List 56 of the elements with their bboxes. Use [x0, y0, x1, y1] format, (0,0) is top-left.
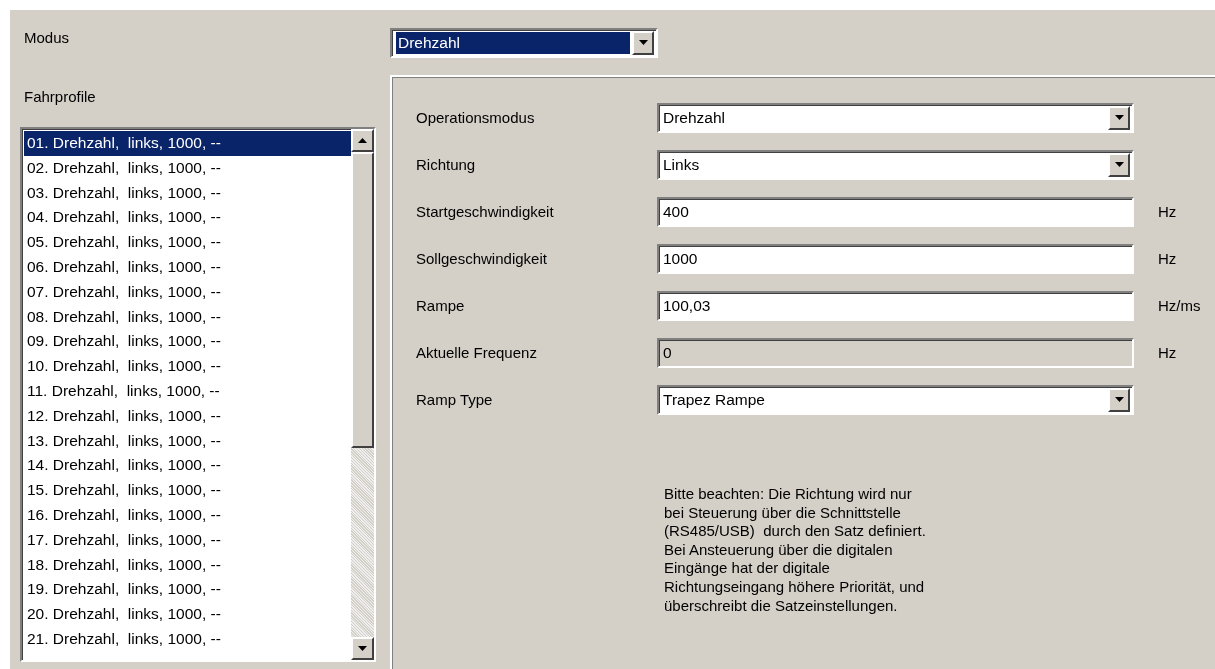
down-arrow-icon — [358, 646, 367, 651]
unit-label: Hz/ms — [1157, 297, 1202, 314]
list-item[interactable]: 12. Drehzahl, links, 1000, -- — [24, 403, 351, 429]
field-label: Startgeschwindigkeit — [416, 203, 555, 220]
field-label: Sollgeschwindigkeit — [416, 250, 548, 267]
field-label: Richtung — [416, 156, 477, 173]
list-item[interactable]: 20. Drehzahl, links, 1000, -- — [24, 602, 351, 627]
list-item[interactable]: 16. Drehzahl, links, 1000, -- — [24, 502, 351, 528]
down-arrow-icon — [1114, 397, 1124, 402]
modus-dropdown[interactable]: Drehzahl — [390, 27, 658, 58]
list-item[interactable]: 11. Drehzahl, links, 1000, -- — [24, 378, 351, 404]
modus-label: Modus — [24, 29, 70, 46]
dropdown-field[interactable]: Drehzahl — [657, 102, 1134, 133]
scroll-up-button[interactable] — [351, 129, 374, 152]
dropdown-button[interactable] — [1108, 152, 1130, 177]
scroll-thumb[interactable] — [351, 152, 374, 448]
scroll-down-button[interactable] — [351, 637, 374, 660]
note-text: Bitte beachten: Die Richtung wird nur bei Steuerung über die Schnittstelle (RS485/USB) durch den Satz definiert. Bei Ansteuerung über die digitalen Eingänge hat der digitale Richtungseingang höhere Priorität, und überschreibt die Satzeinstellungen. — [664, 485, 927, 616]
input-field[interactable]: 1000 — [657, 243, 1134, 274]
list-item[interactable]: 09. Drehzahl, links, 1000, -- — [24, 329, 351, 355]
list-item[interactable]: 10. Drehzahl, links, 1000, -- — [24, 354, 351, 379]
dropdown-field[interactable]: Links — [657, 149, 1134, 180]
unit-label: Hz — [1157, 203, 1178, 220]
list-item[interactable]: 04. Drehzahl, links, 1000, -- — [24, 205, 351, 231]
list-item[interactable]: 19. Drehzahl, links, 1000, -- — [24, 577, 351, 603]
dropdown-button[interactable] — [1108, 387, 1130, 412]
field-label: Rampe — [416, 297, 466, 314]
list-item[interactable]: 08. Drehzahl, links, 1000, -- — [24, 304, 351, 330]
up-arrow-icon — [358, 138, 367, 143]
list-item[interactable]: 21. Drehzahl, links, 1000, -- — [24, 626, 351, 652]
unit-label: Hz — [1157, 250, 1178, 267]
field-label: Ramp Type — [416, 391, 494, 408]
scrollbar[interactable] — [351, 129, 374, 660]
list-item[interactable]: 06. Drehzahl, links, 1000, -- — [24, 255, 351, 280]
list-item[interactable]: 14. Drehzahl, links, 1000, -- — [24, 453, 351, 479]
list-item[interactable]: 02. Drehzahl, links, 1000, -- — [24, 155, 351, 181]
list-item[interactable]: 13. Drehzahl, links, 1000, -- — [24, 428, 351, 454]
down-arrow-icon — [638, 40, 648, 45]
dropdown-button[interactable] — [632, 30, 654, 55]
list-item[interactable]: 17. Drehzahl, links, 1000, -- — [24, 527, 351, 553]
input-field[interactable]: 100,03 — [657, 290, 1134, 321]
list-item[interactable]: 07. Drehzahl, links, 1000, -- — [24, 279, 351, 305]
input-field[interactable]: 400 — [657, 196, 1134, 227]
dropdown-field[interactable]: Trapez Rampe — [657, 384, 1134, 415]
field-label: Operationsmodus — [416, 109, 536, 126]
list-item[interactable]: 01. Drehzahl, links, 1000, -- — [24, 131, 351, 156]
down-arrow-icon — [1114, 162, 1124, 167]
list-item[interactable]: 18. Drehzahl, links, 1000, -- — [24, 552, 351, 578]
dropdown-button[interactable] — [1108, 105, 1130, 130]
down-arrow-icon — [1114, 115, 1124, 120]
unit-label: Hz — [1157, 344, 1178, 361]
list-item[interactable]: 15. Drehzahl, links, 1000, -- — [24, 478, 351, 503]
profiles-label: Fahrprofile — [24, 87, 96, 105]
list-item[interactable]: 05. Drehzahl, links, 1000, -- — [24, 230, 351, 255]
field-label: Aktuelle Frequenz — [416, 344, 538, 361]
list-item[interactable]: 03. Drehzahl, links, 1000, -- — [24, 180, 351, 206]
